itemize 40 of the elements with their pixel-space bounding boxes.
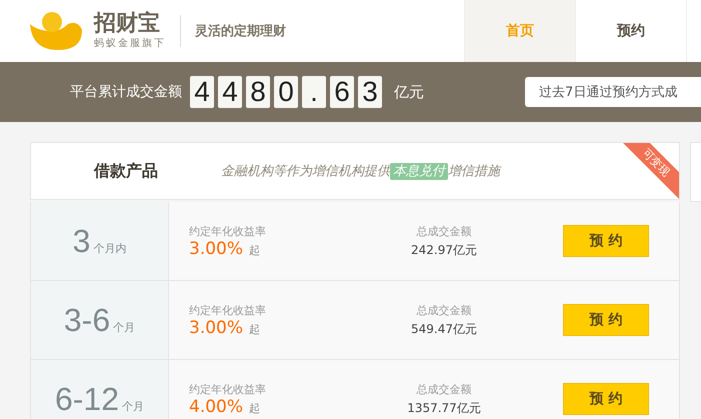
rate-label: 约定年化收益率 <box>189 224 267 238</box>
term-value: 6-12 <box>54 380 120 418</box>
brand-subtitle: 蚂蚁金服旗下 <box>94 36 166 50</box>
term-unit: 个月内 <box>93 240 126 256</box>
slogan: 灵活的定期理财 <box>195 22 286 40</box>
reserve-button[interactable]: 预 约 <box>563 383 649 415</box>
total-volume-value: 242.97亿元 <box>411 242 477 258</box>
total-volume-label: 总成交金额 <box>416 302 472 318</box>
rate-suffix: 起 <box>249 322 260 336</box>
term-value: 3 <box>72 222 90 260</box>
reserve-button[interactable]: 预 约 <box>563 304 649 336</box>
rate-suffix: 起 <box>249 242 260 258</box>
total-unit: 亿元 <box>394 82 424 102</box>
rate-value: 3.00% <box>189 238 244 258</box>
counter-digit: 4 <box>190 76 214 108</box>
counter-digit: 4 <box>218 76 242 108</box>
tagline: 金融机构等作为增信机构提供 本息兑付 增信措施 <box>221 162 500 180</box>
total-label: 平台累计成交金额 <box>70 83 182 101</box>
term-unit: 个月 <box>113 320 136 334</box>
counter-digit: 8 <box>246 76 270 108</box>
section-title: 借款产品 <box>92 160 159 182</box>
total-volume-label: 总成交金额 <box>416 224 472 238</box>
term-unit: 个月 <box>122 398 144 414</box>
counter-digit: 3 <box>358 76 382 108</box>
rate-value: 3.00% <box>189 318 244 338</box>
counter-digit: 0 <box>274 76 298 108</box>
brand-name: 招财宝 <box>94 12 161 36</box>
coin-logo-icon <box>28 10 84 52</box>
rate-suffix: 起 <box>249 400 260 416</box>
notice-box: 过去7日通过预约方式成 <box>525 77 701 107</box>
counter-digit: . <box>302 76 326 108</box>
rate-label: 约定年化收益率 <box>189 382 267 396</box>
total-volume-label: 总成交金额 <box>416 382 472 396</box>
counter-digit: 6 <box>330 76 354 108</box>
rate-label: 约定年化收益率 <box>189 302 267 318</box>
rate-value: 4.00% <box>189 396 244 416</box>
reserve-button[interactable]: 预 约 <box>563 225 649 257</box>
total-volume-value: 549.47亿元 <box>411 320 477 338</box>
total-volume-value: 1357.77亿元 <box>407 400 481 416</box>
term-value: 3-6 <box>64 302 110 338</box>
